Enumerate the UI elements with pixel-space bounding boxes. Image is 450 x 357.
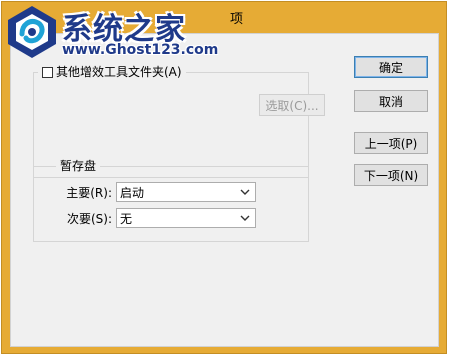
plugins-folder-label[interactable]: 其他增效工具文件夹(A) — [56, 65, 182, 79]
secondary-disk-row: 次要(S): 无 — [48, 208, 256, 228]
window-title: 项 — [230, 12, 244, 27]
dialog-client-area: 其他增效工具文件夹(A) 选取(C)... 暂存盘 主要(R): 启动 次要(S… — [10, 33, 439, 347]
choose-folder-button[interactable]: 选取(C)... — [259, 94, 325, 116]
primary-disk-select[interactable]: 启动 — [116, 182, 256, 202]
plugins-folder-checkbox[interactable] — [42, 66, 53, 78]
primary-disk-label: 主要(R): — [66, 185, 112, 200]
watermark-logo: 系统之家 www.Ghost123.com — [0, 0, 230, 64]
secondary-disk-value: 无 — [120, 211, 133, 226]
secondary-disk-select[interactable]: 无 — [116, 208, 256, 228]
scratch-disks-group: 暂存盘 主要(R): 启动 次要(S): 无 — [33, 159, 309, 242]
chevron-down-icon — [240, 215, 250, 221]
ok-button[interactable]: 确定 — [354, 56, 428, 78]
plugins-checkbox-row[interactable]: 其他增效工具文件夹(A) — [38, 65, 186, 79]
logo-emblem-icon — [8, 6, 56, 58]
watermark-url: www.Ghost123.com — [62, 42, 219, 58]
chevron-down-icon — [240, 189, 250, 195]
scratch-disks-legend: 暂存盘 — [56, 159, 101, 173]
cancel-button[interactable]: 取消 — [354, 90, 428, 112]
previous-button[interactable]: 上一项(P) — [354, 132, 428, 154]
primary-disk-row: 主要(R): 启动 — [48, 182, 256, 202]
secondary-disk-label: 次要(S): — [66, 211, 112, 226]
primary-disk-value: 启动 — [120, 185, 145, 200]
next-button[interactable]: 下一项(N) — [354, 164, 428, 186]
